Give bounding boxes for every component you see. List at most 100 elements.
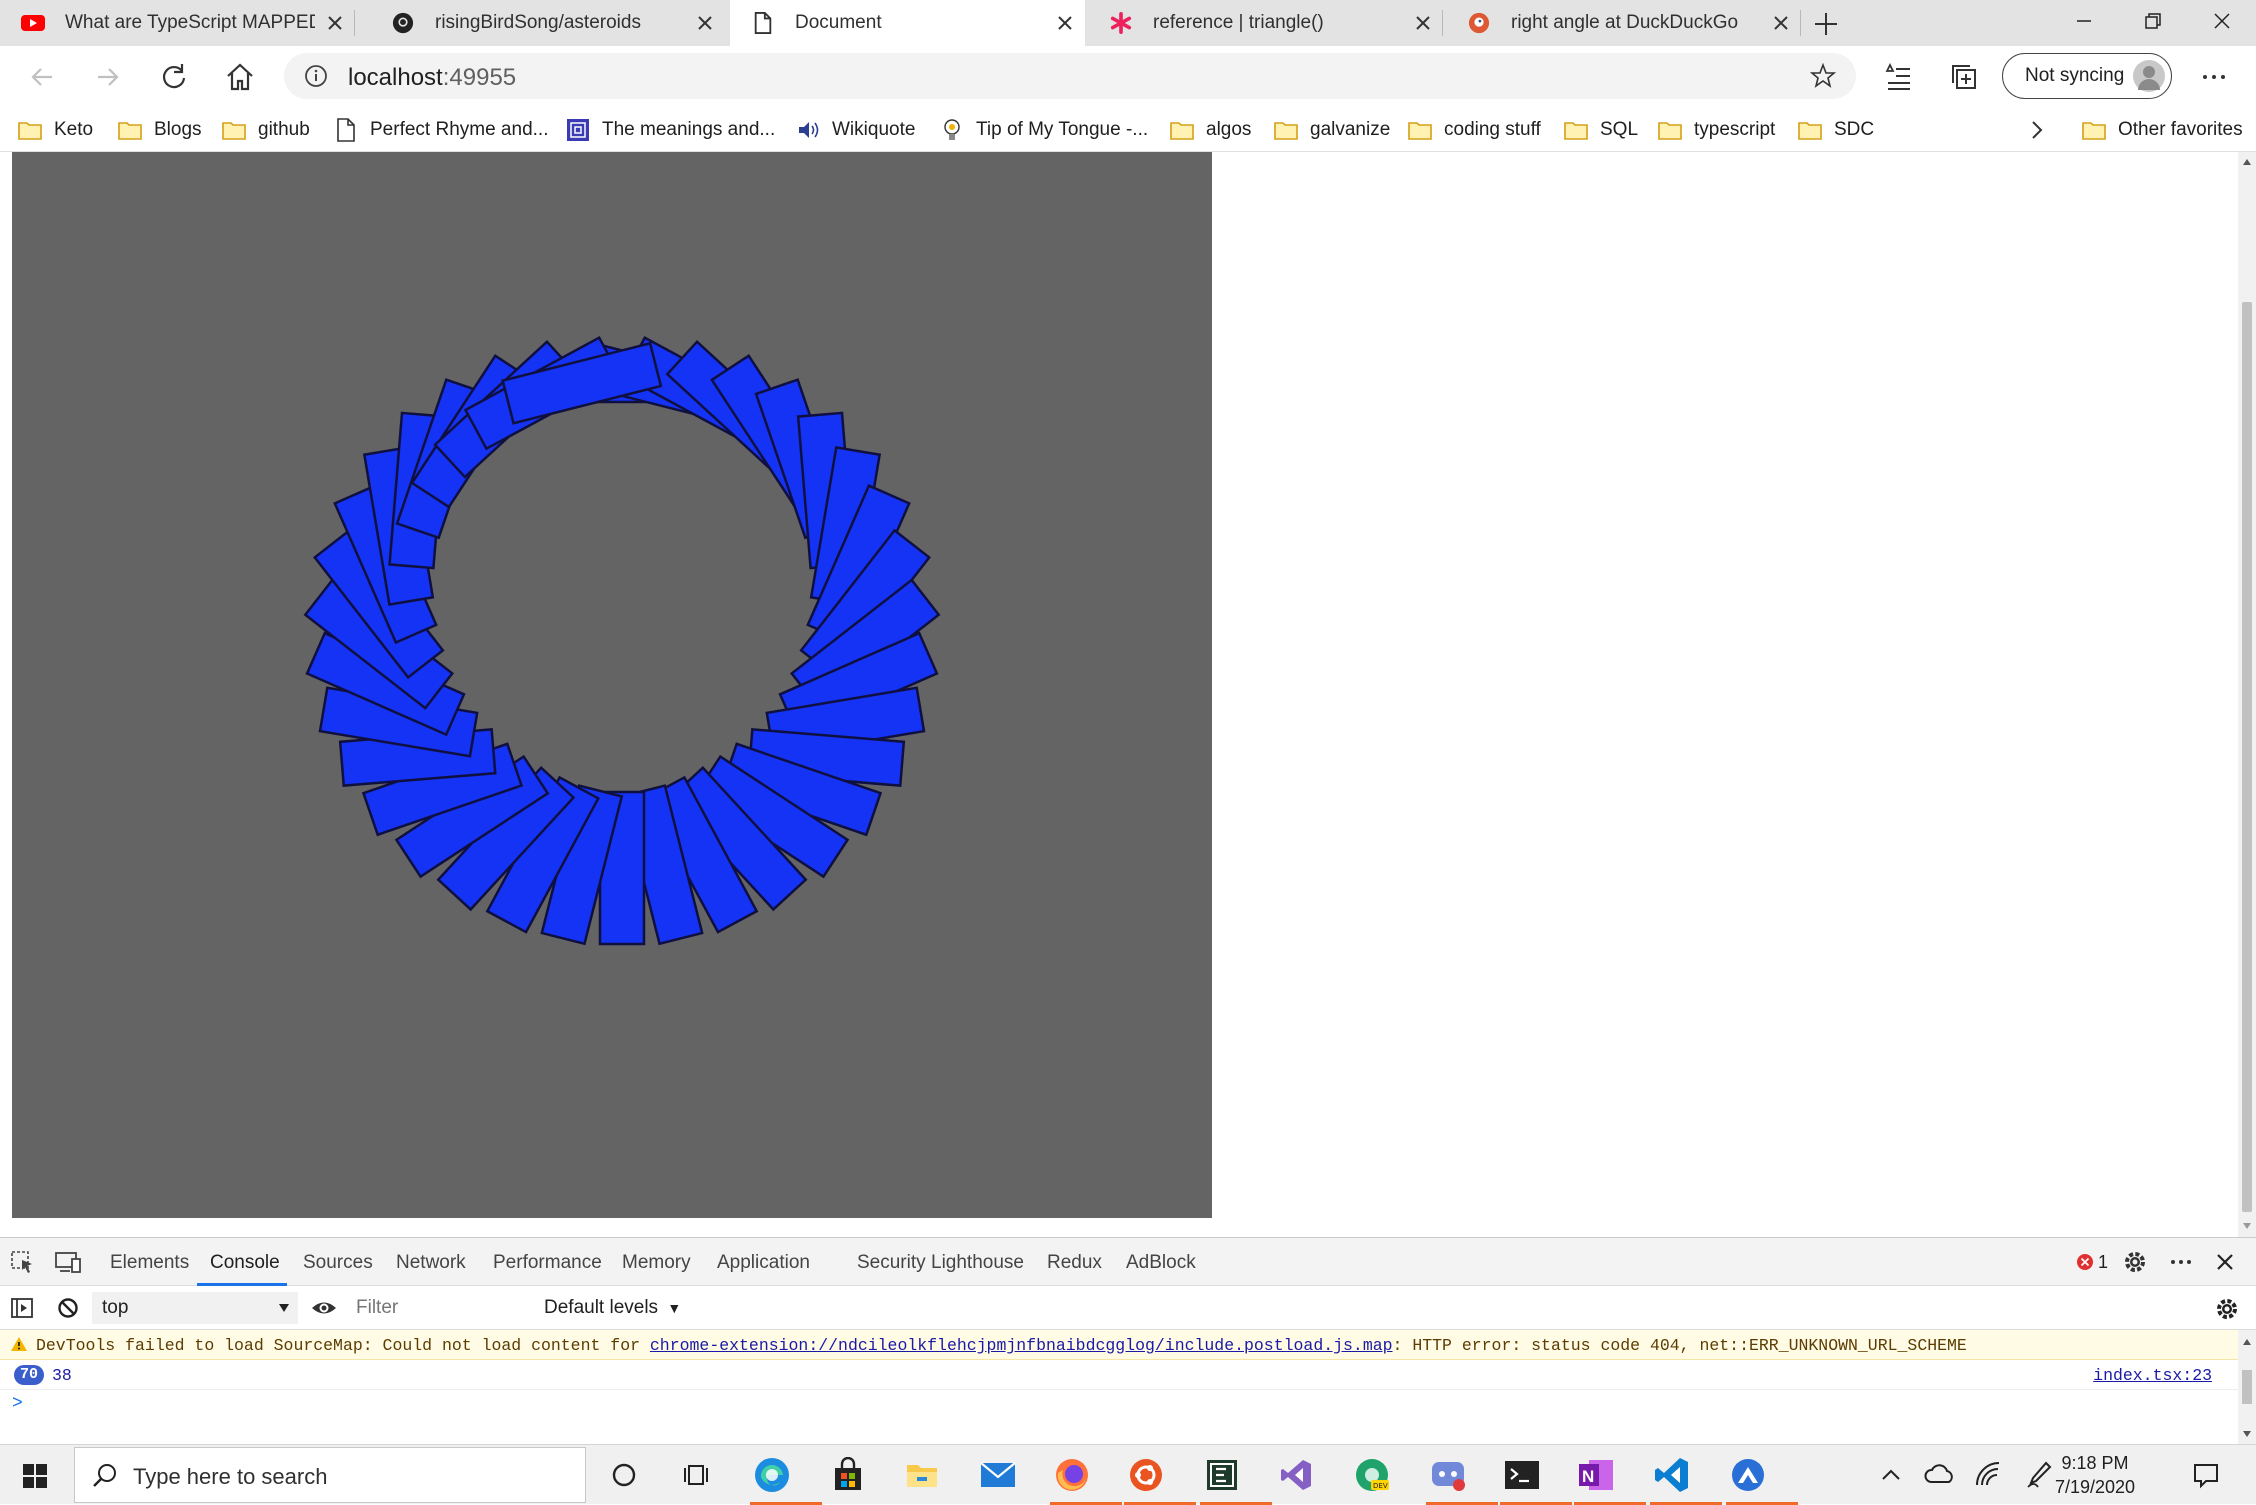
devtools-tab-console[interactable]: Console xyxy=(210,1252,280,1274)
taskbar-search-box[interactable]: Type here to search xyxy=(74,1447,586,1503)
url-text[interactable]: localhost:49955 xyxy=(348,64,516,92)
favorites-list-icon[interactable] xyxy=(1882,61,1914,93)
more-menu-icon[interactable] xyxy=(2198,61,2230,93)
console-prompt[interactable]: > xyxy=(12,1394,23,1414)
close-tab-icon[interactable] xyxy=(695,13,715,33)
visual-studio-icon[interactable] xyxy=(1274,1453,1318,1497)
settings-gear-icon[interactable] xyxy=(2122,1249,2148,1275)
forward-icon[interactable] xyxy=(92,61,124,93)
scroll-up-icon[interactable] xyxy=(2242,1338,2252,1346)
scrollbar-thumb[interactable] xyxy=(2242,1370,2252,1404)
favorite-item[interactable]: coding stuff xyxy=(1408,114,1541,146)
console-settings-gear-icon[interactable] xyxy=(2214,1296,2240,1322)
minimize-icon[interactable] xyxy=(2069,6,2099,36)
clear-console-icon[interactable] xyxy=(56,1296,80,1320)
inspect-element-icon[interactable] xyxy=(10,1250,36,1274)
close-tab-icon[interactable] xyxy=(325,13,345,33)
context-select[interactable]: top xyxy=(92,1292,298,1324)
restore-icon[interactable] xyxy=(2138,6,2168,36)
discord-icon[interactable] xyxy=(1426,1453,1498,1505)
devtools-tab-lighthouse[interactable]: Lighthouse xyxy=(931,1252,1024,1274)
devtools-tab-security[interactable]: Security xyxy=(857,1252,926,1274)
device-toolbar-icon[interactable] xyxy=(54,1250,82,1274)
sync-profile-button[interactable]: Not syncing xyxy=(2002,53,2172,99)
devtools-tab-memory[interactable]: Memory xyxy=(622,1252,691,1274)
favorite-item[interactable]: galvanize xyxy=(1274,114,1390,146)
cortana-icon[interactable] xyxy=(602,1453,646,1497)
favorite-item[interactable]: Perfect Rhyme and... xyxy=(334,114,548,146)
windows-start-icon[interactable] xyxy=(22,1463,48,1489)
github-desktop-icon[interactable] xyxy=(1726,1453,1798,1505)
address-bar[interactable]: localhost:49955 xyxy=(284,53,1856,99)
more-options-icon[interactable] xyxy=(2168,1249,2194,1275)
ubuntu-icon[interactable] xyxy=(1124,1453,1196,1505)
devtools-tab-network[interactable]: Network xyxy=(396,1252,466,1274)
page-scrollbar[interactable] xyxy=(2238,152,2256,1237)
close-tab-icon[interactable] xyxy=(1413,13,1433,33)
console-filter-input[interactable] xyxy=(346,1292,532,1324)
task-view-icon[interactable] xyxy=(674,1453,718,1497)
console-scrollbar[interactable] xyxy=(2238,1330,2256,1445)
devtools-tab-application[interactable]: Application xyxy=(717,1252,810,1274)
home-icon[interactable] xyxy=(224,61,256,93)
browser-tab[interactable]: risingBirdSong/asteroids xyxy=(370,0,725,46)
devtools-tab-sources[interactable]: Sources xyxy=(303,1252,373,1274)
scroll-up-icon[interactable] xyxy=(2242,158,2252,166)
edge-dev-icon[interactable]: DEV xyxy=(1350,1453,1394,1497)
favorite-item[interactable]: The meanings and... xyxy=(566,114,775,146)
scroll-down-icon[interactable] xyxy=(2242,1222,2252,1230)
vscode-icon[interactable] xyxy=(1650,1453,1722,1505)
notification-center-icon[interactable] xyxy=(2192,1461,2220,1489)
favorite-item[interactable]: algos xyxy=(1170,114,1251,146)
log-source-link[interactable]: index.tsx:23 xyxy=(2093,1366,2212,1385)
system-clock[interactable]: 9:18 PM 7/19/2020 xyxy=(2040,1451,2150,1499)
site-info-icon[interactable] xyxy=(304,64,328,88)
eye-icon[interactable] xyxy=(310,1296,338,1320)
show-sidebar-icon[interactable] xyxy=(10,1296,34,1320)
favorite-item[interactable]: SQL xyxy=(1564,114,1638,146)
back-icon[interactable] xyxy=(26,61,58,93)
close-devtools-icon[interactable] xyxy=(2214,1251,2236,1273)
favorite-item[interactable]: SDC xyxy=(1798,114,1874,146)
devtools-tab-adblock[interactable]: AdBlock xyxy=(1126,1252,1196,1274)
log-levels-dropdown[interactable]: Default levels ▼ xyxy=(544,1297,681,1319)
onenote-icon[interactable]: N xyxy=(1574,1453,1646,1505)
p5-canvas[interactable] xyxy=(12,152,1212,1218)
favorite-item[interactable]: Tip of My Tongue -... xyxy=(940,114,1148,146)
chevron-right-icon[interactable] xyxy=(2026,119,2048,141)
browser-tab[interactable]: What are TypeScript MAPPED Ty xyxy=(0,0,355,46)
browser-tab-active[interactable]: Document xyxy=(730,0,1085,46)
scroll-down-icon[interactable] xyxy=(2242,1430,2252,1438)
close-tab-icon[interactable] xyxy=(1055,13,1075,33)
favorite-item[interactable]: github xyxy=(222,114,310,146)
wifi-icon[interactable] xyxy=(1974,1461,2002,1489)
sourcemap-link[interactable]: chrome-extension://ndcileolkflehcjpmjnfb… xyxy=(650,1336,1393,1355)
favorite-item[interactable]: Keto xyxy=(18,114,93,146)
error-icon[interactable] xyxy=(2076,1253,2094,1271)
favorite-item[interactable]: Blogs xyxy=(118,114,202,146)
new-tab-icon[interactable] xyxy=(1812,10,1840,38)
browser-tab[interactable]: right angle at DuckDuckGo xyxy=(1446,0,1801,46)
favorite-star-icon[interactable] xyxy=(1810,63,1836,89)
other-favorites[interactable]: Other favorites xyxy=(2082,114,2243,146)
onedrive-icon[interactable] xyxy=(1924,1461,1956,1487)
edge-browser-icon[interactable] xyxy=(750,1453,822,1505)
firefox-icon[interactable] xyxy=(1050,1453,1122,1505)
devtools-tab-redux[interactable]: Redux xyxy=(1047,1252,1102,1274)
show-hidden-icons-icon[interactable] xyxy=(1880,1465,1902,1485)
devtools-tab-elements[interactable]: Elements xyxy=(110,1252,189,1274)
close-window-icon[interactable] xyxy=(2207,6,2237,36)
favorite-item[interactable]: Wikiquote xyxy=(796,114,915,146)
refresh-icon[interactable] xyxy=(158,61,190,93)
browser-tab[interactable]: reference | triangle() xyxy=(1088,0,1443,46)
devtools-tab-performance[interactable]: Performance xyxy=(493,1252,602,1274)
close-tab-icon[interactable] xyxy=(1771,13,1791,33)
favorite-item[interactable]: typescript xyxy=(1658,114,1775,146)
file-explorer-icon[interactable] xyxy=(900,1453,944,1497)
scrollbar-thumb[interactable] xyxy=(2242,302,2252,1212)
terminal-icon[interactable] xyxy=(1500,1453,1572,1505)
collections-icon[interactable] xyxy=(1948,61,1980,93)
microsoft-store-icon[interactable] xyxy=(826,1453,870,1497)
error-count[interactable]: 1 xyxy=(2098,1252,2108,1273)
editor-terminal-icon[interactable] xyxy=(1200,1453,1272,1505)
